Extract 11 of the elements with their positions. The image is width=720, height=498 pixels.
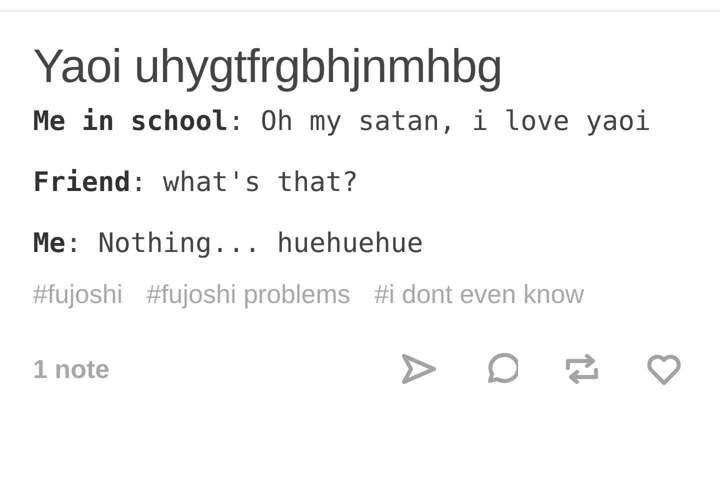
reblog-icon[interactable]: [564, 352, 600, 386]
tag-link[interactable]: #i dont even know: [374, 274, 584, 314]
share-icon[interactable]: [400, 352, 436, 386]
heart-icon[interactable]: [646, 352, 682, 386]
chat-line: Friend: what's that?: [33, 166, 360, 200]
tag-link[interactable]: #fujoshi problems: [146, 274, 350, 314]
tag-link[interactable]: #fujoshi: [33, 274, 123, 314]
note-count[interactable]: 1 note: [33, 350, 110, 389]
chat-line: Me in school: Oh my satan, i love yaoi: [33, 104, 652, 139]
chat-line: Me: Nothing... huehuehue: [33, 226, 424, 261]
post-title: Yaoi uhygtfrgbhjnmhbg: [33, 40, 504, 92]
